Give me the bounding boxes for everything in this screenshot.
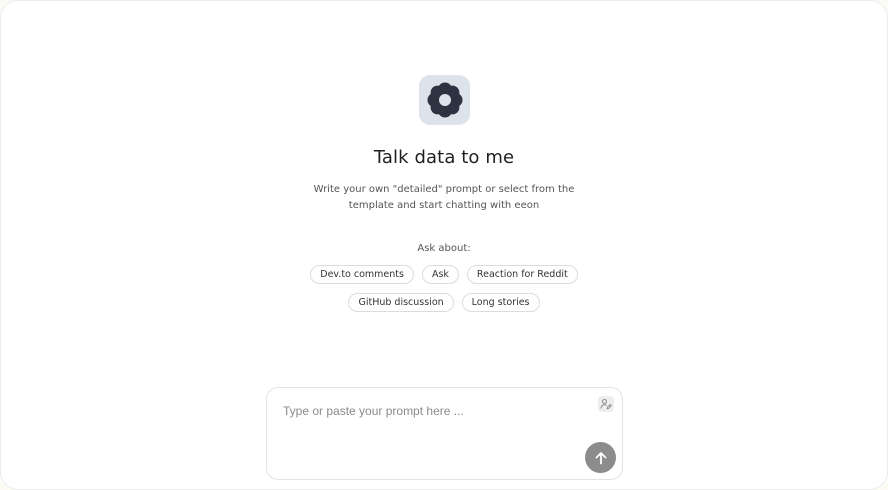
send-button[interactable] — [585, 442, 616, 473]
suggestion-chip-devto-comments[interactable]: Dev.to comments — [310, 265, 414, 284]
subtitle-line: Write your own "detailed" prompt or sele… — [313, 184, 575, 195]
page-title: Talk data to me — [373, 147, 515, 168]
app-logo — [419, 75, 470, 125]
suggestions-label: Ask about: — [417, 243, 471, 254]
suggestion-chip-reaction-for-reddit[interactable]: Reaction for Reddit — [466, 265, 578, 284]
flower-icon — [427, 82, 462, 118]
suggestion-chip-ask[interactable]: Ask — [421, 265, 459, 284]
suggestion-chip-long-stories[interactable]: Long stories — [461, 293, 540, 312]
subtitle-line: template and start chatting with eeon — [348, 200, 540, 211]
page-subtitle: Write your own "detailed" prompt or sele… — [1, 182, 887, 214]
suggestion-row: Dev.to comments Ask Reaction for Reddit — [1, 265, 887, 284]
persona-button[interactable] — [598, 396, 614, 412]
prompt-composer — [266, 387, 623, 480]
prompt-input[interactable] — [283, 402, 583, 420]
suggestion-chip-github-discussion[interactable]: GitHub discussion — [348, 293, 454, 312]
user-edit-icon — [600, 399, 612, 410]
app-window: Talk data to me Write your own "detailed… — [0, 0, 888, 490]
suggestion-row: GitHub discussion Long stories — [1, 293, 887, 312]
arrow-up-icon — [595, 451, 606, 464]
